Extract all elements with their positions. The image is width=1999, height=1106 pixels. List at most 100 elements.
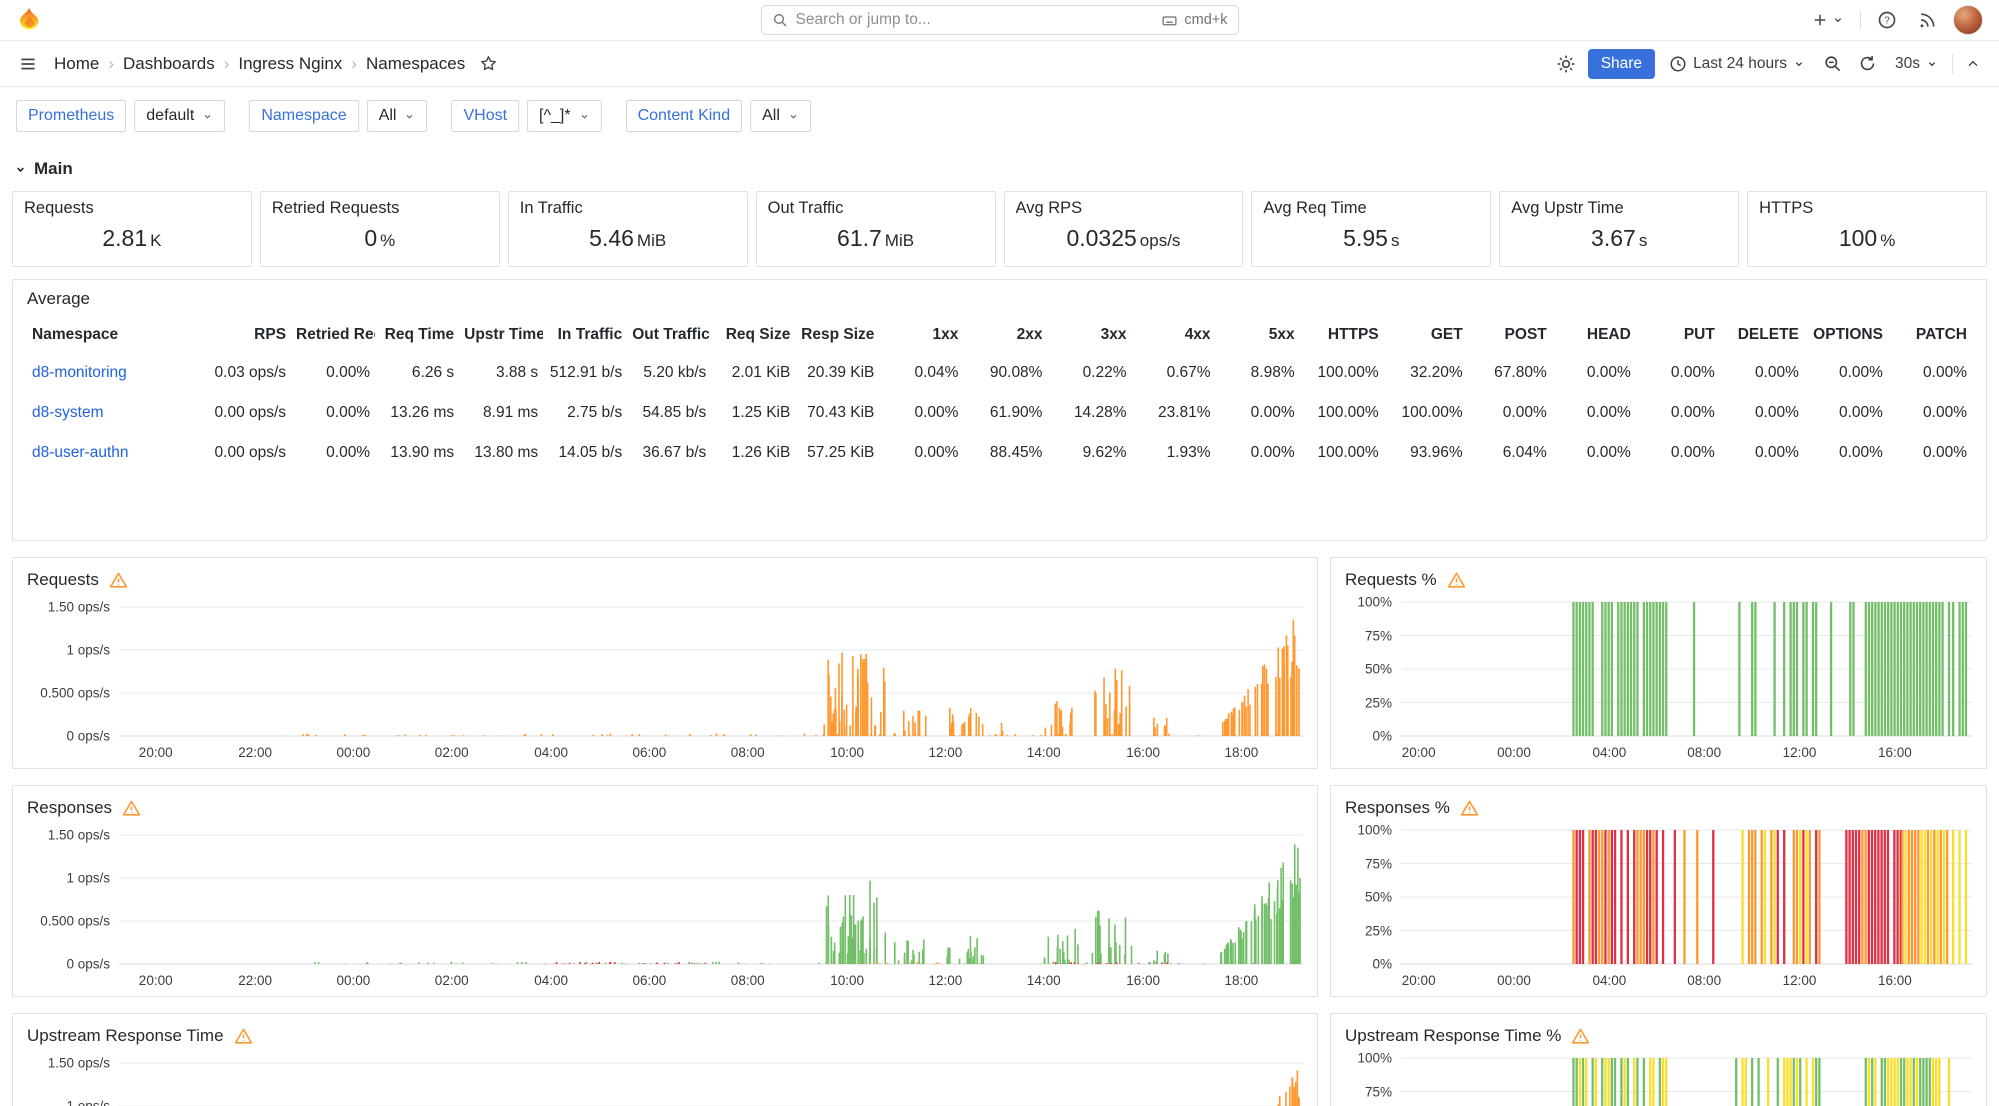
table-row: d8-system0.00 ops/s0.00%13.26 ms8.91 ms2… <box>27 393 1972 433</box>
panel-title[interactable]: Responses % <box>1345 798 1450 818</box>
namespace-link[interactable]: d8-user-authn <box>32 444 129 461</box>
breadcrumb-folder[interactable]: Ingress Nginx <box>238 54 342 74</box>
grafana-logo[interactable] <box>16 6 42 34</box>
dashboard-settings-button[interactable] <box>1552 50 1580 78</box>
panel-title[interactable]: Responses <box>27 798 112 818</box>
chart-plot[interactable] <box>119 824 1303 968</box>
table-cell: 88.45% <box>963 433 1047 473</box>
column-header-put[interactable]: PUT <box>1636 317 1720 353</box>
add-new-button[interactable] <box>1807 7 1848 33</box>
column-header-in-traffic[interactable]: In Traffic <box>543 317 627 353</box>
column-header-4xx[interactable]: 4xx <box>1132 317 1216 353</box>
column-header-retried-requests[interactable]: Retried Requests <box>291 317 375 353</box>
table-cell: 0.00 ops/s <box>207 393 291 433</box>
breadcrumb-home[interactable]: Home <box>54 54 99 74</box>
panel-header: Upstream Response Time <box>27 1022 1303 1050</box>
y-axis-label: 0 ops/s <box>66 957 110 972</box>
chart-plot[interactable] <box>1401 824 1972 968</box>
table-cell: 1.25 KiB <box>711 393 795 433</box>
mega-menu-button[interactable] <box>14 50 42 78</box>
column-header-delete[interactable]: DELETE <box>1720 317 1804 353</box>
chevron-down-icon <box>1793 58 1805 70</box>
help-button[interactable]: ? <box>1873 6 1901 34</box>
column-header-options[interactable]: OPTIONS <box>1804 317 1888 353</box>
column-header-patch[interactable]: PATCH <box>1888 317 1972 353</box>
variable-label-datasource[interactable]: Prometheus <box>16 100 126 132</box>
collapse-toolbar-button[interactable] <box>1961 52 1985 76</box>
column-header-get[interactable]: GET <box>1384 317 1468 353</box>
panel-title[interactable]: Requests % <box>1345 570 1437 590</box>
search-bar[interactable]: cmd+k <box>761 5 1239 35</box>
x-axis-label: 04:00 <box>534 745 568 760</box>
column-header-2xx[interactable]: 2xx <box>963 317 1047 353</box>
namespace-link[interactable]: d8-monitoring <box>32 364 127 381</box>
y-axis-label: 25% <box>1365 695 1392 710</box>
question-circle-icon: ? <box>1877 10 1897 30</box>
variable-value-content-kind[interactable]: All <box>750 100 811 132</box>
x-axis-label: 14:00 <box>1027 745 1061 760</box>
chevron-down-icon <box>788 111 799 122</box>
column-header-req-size[interactable]: Req Size <box>711 317 795 353</box>
breadcrumb-dashboards[interactable]: Dashboards <box>123 54 215 74</box>
section-main[interactable]: Main <box>0 145 1999 191</box>
chart-body: 100%75%50%25%0%20:0000:0004:0008:0012:00… <box>1345 596 1972 762</box>
panel-title[interactable]: Upstream Response Time <box>27 1026 224 1046</box>
y-axis-label: 1.50 ops/s <box>48 828 110 843</box>
chart-body: 100%75%50%25%0%20:0000:0004:0008:0012:00… <box>1345 824 1972 990</box>
variable-label-content-kind[interactable]: Content Kind <box>626 100 743 132</box>
chart-plot[interactable] <box>119 1052 1303 1106</box>
user-avatar[interactable] <box>1953 5 1983 35</box>
panel-warning-icon[interactable] <box>109 571 128 590</box>
chart-plot[interactable] <box>1401 596 1972 740</box>
column-header-upstr-time[interactable]: Upstr Time <box>459 317 543 353</box>
table-cell: 23.81% <box>1132 393 1216 433</box>
chart-plot[interactable] <box>1401 1052 1972 1106</box>
column-header-resp-size[interactable]: Resp Size <box>795 317 879 353</box>
y-axis-label: 75% <box>1365 628 1392 643</box>
column-header-rps[interactable]: RPS <box>207 317 291 353</box>
y-axis-label: 1 ops/s <box>66 1099 110 1106</box>
panel-title[interactable]: Average <box>27 289 90 308</box>
table-cell: 0.00% <box>1636 353 1720 393</box>
variable-label-vhost[interactable]: VHost <box>451 100 519 132</box>
column-header-req-time[interactable]: Req Time <box>375 317 459 353</box>
column-header-https[interactable]: HTTPS <box>1300 317 1384 353</box>
news-button[interactable] <box>1913 6 1941 34</box>
time-range-picker[interactable]: Last 24 hours <box>1663 51 1811 77</box>
panel-warning-icon[interactable] <box>1447 571 1466 590</box>
table-cell: 0.00% <box>1636 393 1720 433</box>
column-header-out-traffic[interactable]: Out Traffic <box>627 317 711 353</box>
search-input[interactable] <box>796 11 1154 29</box>
table-cell: 70.43 KiB <box>795 393 879 433</box>
variable-value-namespace[interactable]: All <box>367 100 428 132</box>
panel-warning-icon[interactable] <box>1460 799 1479 818</box>
column-header-post[interactable]: POST <box>1468 317 1552 353</box>
column-header-3xx[interactable]: 3xx <box>1047 317 1131 353</box>
chart-plot[interactable] <box>119 596 1303 740</box>
refresh-button[interactable] <box>1854 50 1881 77</box>
x-axis-label: 20:00 <box>139 745 173 760</box>
zoom-out-button[interactable] <box>1819 50 1846 77</box>
table-cell: 100.00% <box>1300 433 1384 473</box>
share-button[interactable]: Share <box>1588 49 1655 79</box>
column-header-namespace[interactable]: Namespace <box>27 317 207 353</box>
breadcrumb-separator: › <box>342 54 366 74</box>
panel-warning-icon[interactable] <box>1571 1027 1590 1046</box>
panel-warning-icon[interactable] <box>234 1027 253 1046</box>
namespace-link[interactable]: d8-system <box>32 404 104 421</box>
breadcrumb-separator: › <box>99 54 123 74</box>
column-header-1xx[interactable]: 1xx <box>879 317 963 353</box>
variable-value-datasource[interactable]: default <box>134 100 225 132</box>
refresh-interval-picker[interactable]: 30s <box>1889 51 1944 77</box>
breadcrumb: Home › Dashboards › Ingress Nginx › Name… <box>54 54 465 74</box>
column-header-5xx[interactable]: 5xx <box>1216 317 1300 353</box>
column-header-head[interactable]: HEAD <box>1552 317 1636 353</box>
table-cell: 0.00% <box>291 393 375 433</box>
variable-value-vhost[interactable]: [^_]* <box>527 100 602 132</box>
panel-title[interactable]: Requests <box>27 570 99 590</box>
y-axis-label: 1.50 ops/s <box>48 1056 110 1071</box>
favorite-star-button[interactable] <box>475 50 502 77</box>
panel-warning-icon[interactable] <box>122 799 141 818</box>
variable-label-namespace[interactable]: Namespace <box>249 100 358 132</box>
panel-title[interactable]: Upstream Response Time % <box>1345 1026 1561 1046</box>
